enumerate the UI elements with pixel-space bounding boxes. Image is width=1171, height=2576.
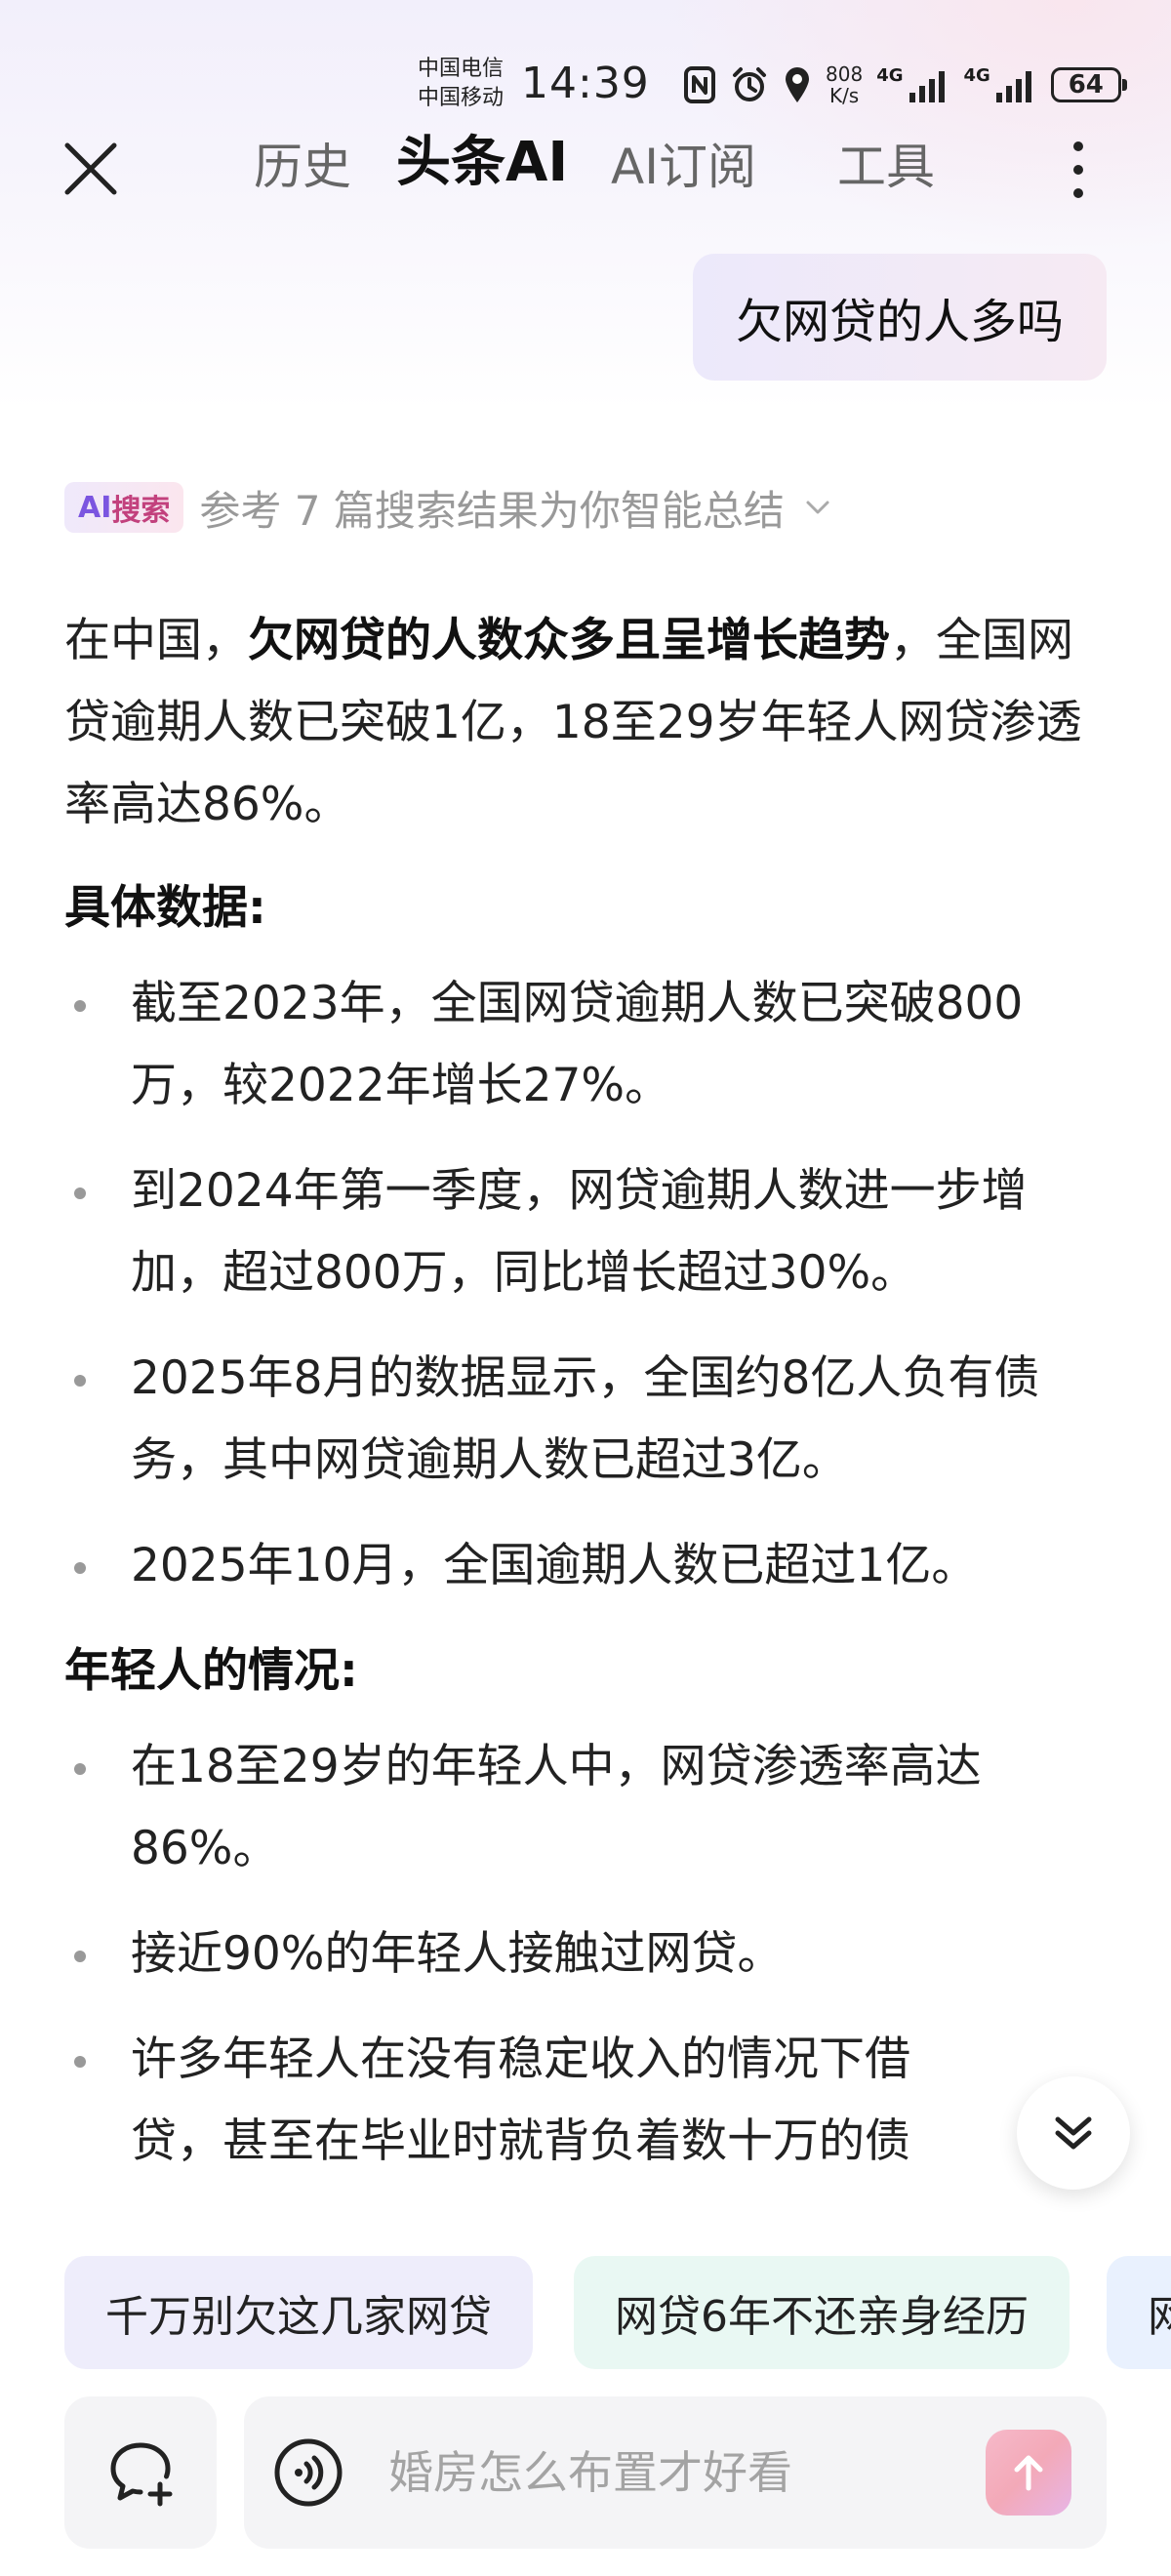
battery-level: 64	[1068, 70, 1104, 100]
list-item: 到2024年第一季度，网贷逾期人数进一步增加，超过800万，同比增长超过30%。	[64, 1150, 1109, 1314]
ai-search-summary-text: 参考 7 篇搜索结果为你智能总结	[199, 486, 785, 535]
more-dot	[1073, 141, 1083, 151]
location-icon	[786, 67, 809, 102]
ai-answer: 在中国，欠网贷的人数众多且呈增长趋势，全国网贷逾期人数已突破1亿，18至29岁年…	[64, 600, 1109, 2206]
message-input[interactable]	[388, 2396, 935, 2549]
net-speed-unit: K/s	[828, 84, 860, 107]
send-button[interactable]	[986, 2430, 1071, 2516]
net-speed: 808 K/s	[826, 63, 863, 106]
user-message-text: 欠网贷的人多吗	[735, 295, 1064, 349]
carrier-info: 中国电信 中国移动	[418, 55, 504, 113]
arrow-up-icon	[1014, 2455, 1043, 2491]
more-options-button[interactable]	[1054, 133, 1103, 207]
network-type-1: 4G	[876, 65, 904, 86]
more-dot	[1073, 165, 1083, 175]
answer-intro-bold: 欠网贷的人数众多且呈增长趋势	[248, 614, 890, 667]
more-dot	[1073, 188, 1083, 198]
suggestion-chips: 千万别欠这几家网贷 网贷6年不还亲身经历 网	[64, 2256, 1171, 2369]
alarm-icon	[733, 67, 766, 101]
tab-history[interactable]: 历史	[254, 133, 351, 201]
voice-input-button[interactable]	[273, 2437, 343, 2508]
network-type-2: 4G	[963, 65, 990, 86]
answer-intro-prefix: 在中国，	[64, 614, 248, 667]
tab-toutiao-ai[interactable]: 头条AI	[396, 129, 568, 197]
double-chevron-down-icon	[1055, 2116, 1092, 2150]
voice-icon	[274, 2438, 343, 2507]
battery-icon: 64	[1050, 67, 1127, 102]
list-item: 2025年8月的数据显示，全国约8亿人负有债务，其中网贷逾期人数已超过3亿。	[64, 1338, 1109, 1502]
tab-ai-subscription[interactable]: AI订阅	[611, 133, 756, 201]
list-item: 接近90%的年轻人接触过网贷。	[64, 1913, 1109, 1995]
new-chat-icon	[110, 2442, 173, 2507]
section-title-young-people: 年轻人的情况:	[64, 1644, 358, 1698]
suggestion-chip[interactable]: 网	[1107, 2256, 1171, 2369]
section-2-list: 在18至29岁的年轻人中，网贷渗透率高达86%。 接近90%的年轻人接触过网贷。…	[64, 1726, 1109, 2183]
signal-bars-icon	[995, 71, 1031, 102]
nfc-icon	[684, 66, 715, 103]
tab-tools[interactable]: 工具	[837, 133, 935, 201]
answer-intro: 在中国，欠网贷的人数众多且呈增长趋势，全国网贷逾期人数已突破1亿，18至29岁年…	[64, 600, 1109, 846]
status-icons: 808 K/s 4G 4G 64	[683, 60, 1127, 109]
user-message-bubble[interactable]: 欠网贷的人多吗	[692, 254, 1107, 381]
signal-group-1: 4G	[876, 67, 949, 102]
close-icon	[64, 142, 117, 195]
carrier-1: 中国电信	[418, 57, 505, 81]
signal-bars-icon	[909, 71, 945, 102]
ai-search-badge: AI 搜索	[64, 482, 184, 533]
net-speed-value: 808	[826, 62, 864, 86]
status-time: 14:39	[521, 59, 650, 108]
list-item: 在18至29岁的年轻人中，网贷渗透率高达86%。	[64, 1726, 1109, 1890]
suggestion-chip[interactable]: 千万别欠这几家网贷	[64, 2256, 533, 2369]
top-nav: 历史 头条AI AI订阅 工具	[0, 123, 1171, 209]
list-item: 许多年轻人在没有稳定收入的情况下借贷，甚至在毕业时就背负着数十万的债	[64, 2019, 1109, 2183]
ai-search-summary-toggle[interactable]: AI 搜索 参考 7 篇搜索结果为你智能总结	[64, 478, 835, 537]
message-input-box	[244, 2396, 1107, 2549]
section-1-list: 截至2023年，全国网贷逾期人数已突破800万，较2022年增长27%。 到20…	[64, 963, 1109, 1607]
close-button[interactable]	[57, 135, 125, 203]
status-bar: 中国电信 中国移动 14:39 808 K/s 4G 4G 64	[0, 49, 1171, 123]
section-title-data: 具体数据:	[64, 881, 266, 935]
new-chat-button[interactable]	[64, 2396, 217, 2549]
carrier-2: 中国移动	[418, 86, 505, 110]
list-item: 2025年10月，全国逾期人数已超过1亿。	[64, 1525, 1109, 1607]
scroll-to-bottom-button[interactable]	[1017, 2076, 1130, 2190]
ai-badge-search: 搜索	[111, 494, 171, 528]
ai-badge-ai: AI	[78, 490, 112, 525]
suggestion-chip[interactable]: 网贷6年不还亲身经历	[574, 2256, 1070, 2369]
list-item: 截至2023年，全国网贷逾期人数已突破800万，较2022年增长27%。	[64, 963, 1109, 1127]
chevron-down-icon	[806, 501, 829, 514]
signal-group-2: 4G	[964, 67, 1037, 102]
